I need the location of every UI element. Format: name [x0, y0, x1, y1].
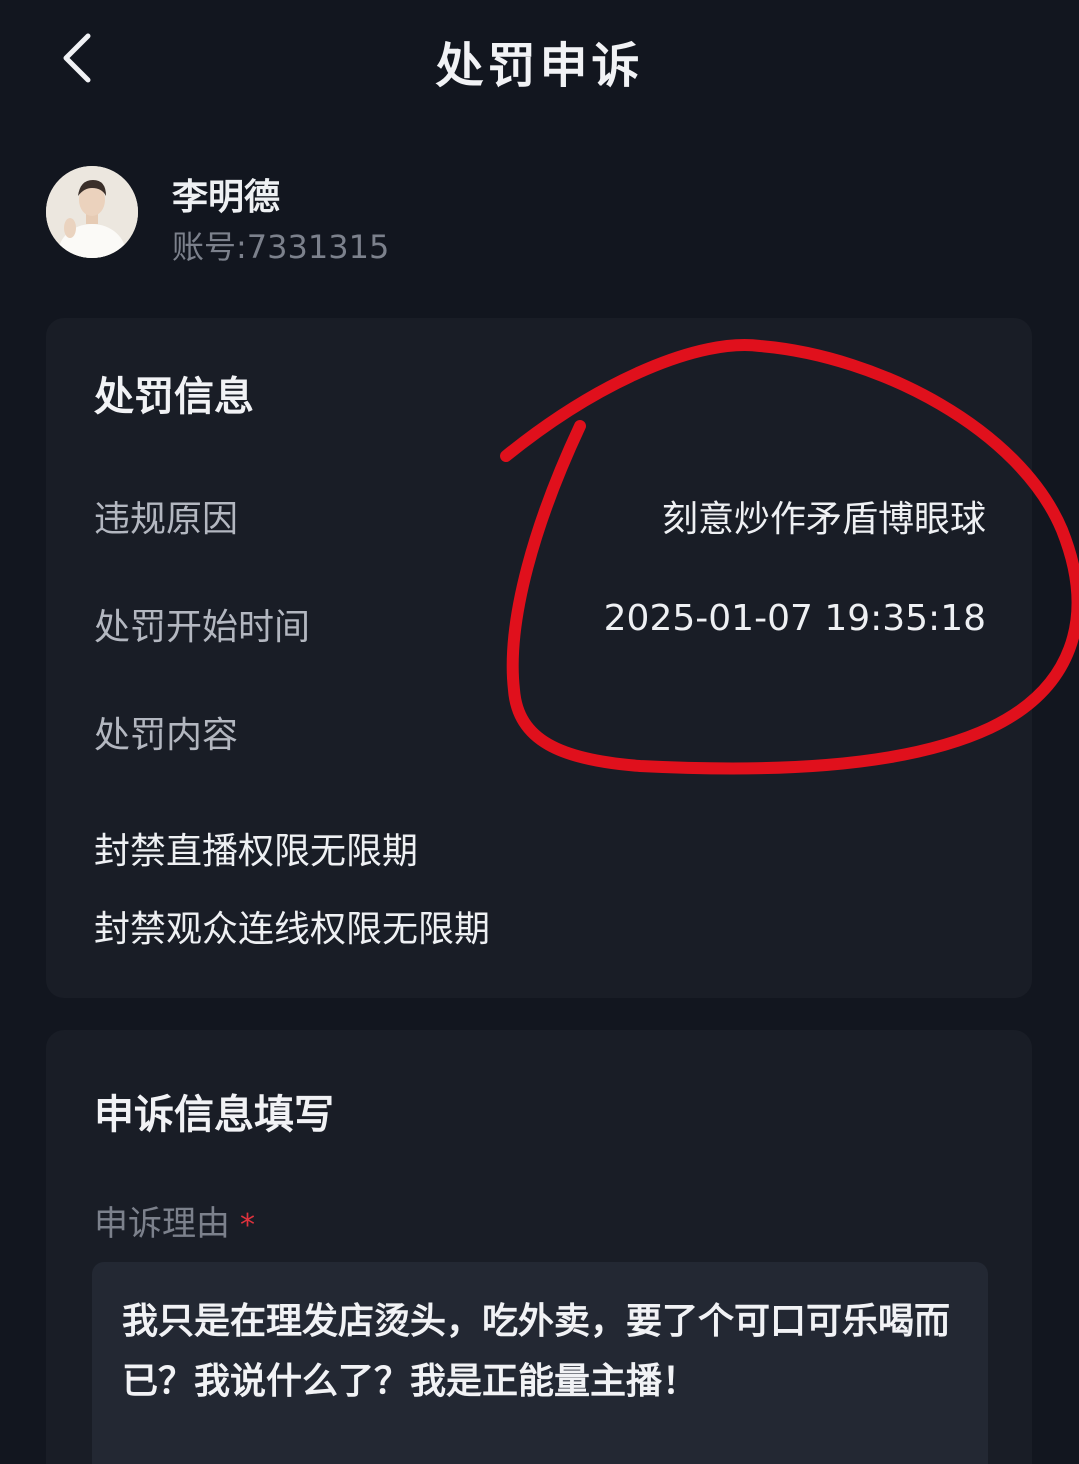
penalty-content-item: 封禁观众连线权限无限期	[94, 909, 491, 950]
appeal-form-title: 申诉信息填写	[94, 1092, 334, 1138]
appeal-reason-label: 申诉理由 *	[94, 1196, 255, 1245]
violation-reason-label: 违规原因	[94, 499, 239, 540]
appeal-reason-label-text: 申诉理由	[94, 1204, 230, 1244]
violation-reason-value: 刻意炒作矛盾博眼球	[661, 499, 986, 540]
appeal-page: 处罚申诉 李明德 账号:7331315 处罚信息 违规原因 刻意炒作矛盾博眼球 …	[0, 0, 1079, 1464]
penalty-start-time-label: 处罚开始时间	[94, 607, 311, 648]
page-title: 处罚申诉	[435, 38, 644, 94]
penalty-start-time-value: 2025-01-07 19:35:18	[603, 598, 986, 639]
required-mark: *	[240, 1208, 255, 1243]
user-profile: 李明德 账号:7331315	[46, 166, 646, 266]
penalty-content-label: 处罚内容	[94, 715, 239, 756]
penalty-info-title: 处罚信息	[94, 374, 254, 420]
account-id: 账号:7331315	[172, 228, 390, 266]
appeal-reason-textarea[interactable]: 我只是在理发店烫头，吃外卖，要了个可口可乐喝而已？我说什么了？我是正能量主播！	[92, 1262, 988, 1464]
top-nav-bar: 处罚申诉	[0, 0, 1079, 116]
avatar	[46, 166, 138, 258]
penalty-info-card: 处罚信息 违规原因 刻意炒作矛盾博眼球 处罚开始时间 2025-01-07 19…	[46, 318, 1032, 998]
user-name: 李明德	[172, 177, 281, 218]
penalty-content-item: 封禁直播权限无限期	[94, 831, 419, 872]
appeal-form-card: 申诉信息填写 申诉理由 * 我只是在理发店烫头，吃外卖，要了个可口可乐喝而已？我说…	[46, 1030, 1032, 1464]
